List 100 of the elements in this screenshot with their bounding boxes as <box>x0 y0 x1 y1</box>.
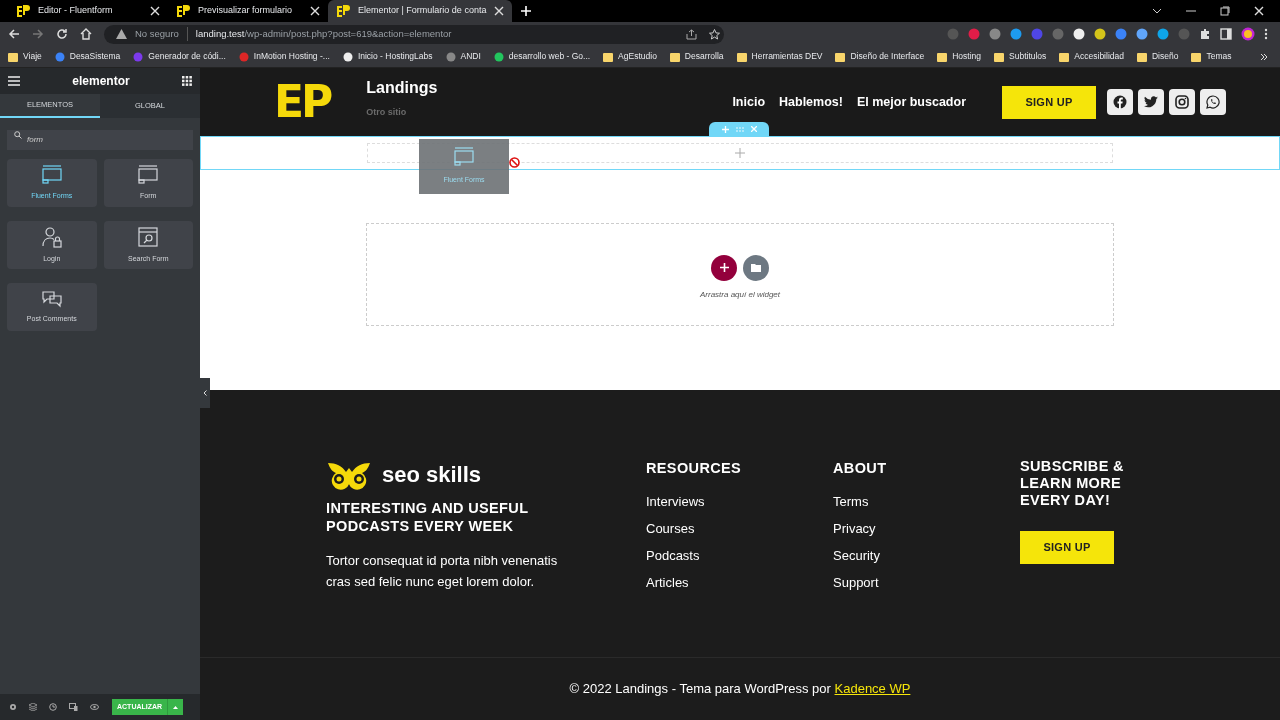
copyright-text: © 2022 Landings - Tema para WordPress por Kadence WP <box>569 680 911 699</box>
social-link[interactable] <box>1169 89 1195 115</box>
forward-icon[interactable] <box>32 28 44 40</box>
back-icon[interactable] <box>8 28 20 40</box>
preview-eye-icon[interactable] <box>90 704 99 710</box>
more-bookmarks-icon[interactable] <box>1260 52 1268 61</box>
bookmark-link[interactable]: Temas <box>1206 50 1232 63</box>
tab-favicon-icon <box>336 4 350 18</box>
folder-icon <box>736 51 747 62</box>
close-icon[interactable] <box>494 6 505 16</box>
section-handle[interactable] <box>709 122 769 136</box>
extension-icon[interactable] <box>1094 28 1106 40</box>
site-favicon-icon <box>238 51 249 62</box>
bookmark-link[interactable]: Subtitulos <box>1009 50 1047 63</box>
profile-avatar-icon[interactable] <box>1241 27 1255 41</box>
social-link[interactable] <box>1200 89 1226 115</box>
folder-icon <box>1191 51 1202 62</box>
footer-link[interactable]: Interviews <box>646 492 833 511</box>
folder-icon <box>937 51 948 62</box>
bookmark-link[interactable]: DesaSistema <box>69 50 121 63</box>
form-icon <box>137 164 160 185</box>
bookmark-link[interactable]: desarrollo web - Go... <box>508 50 591 63</box>
site-favicon-icon <box>342 51 353 62</box>
column-heading: RESOURCES <box>646 459 743 478</box>
close-icon[interactable] <box>150 6 160 16</box>
add-section-button[interactable] <box>711 254 737 281</box>
extension-icon[interactable] <box>1157 28 1169 40</box>
side-panel-icon[interactable] <box>1220 28 1232 40</box>
bookmark-link[interactable]: Diseño de Interface <box>850 50 925 63</box>
bookmark-link[interactable]: Herramientas DEV <box>751 50 823 63</box>
reload-icon[interactable] <box>56 28 68 40</box>
folder-icon <box>751 263 761 272</box>
chat-bubbles-icon <box>40 289 63 308</box>
brand-name[interactable]: seo skills <box>382 458 482 491</box>
folder-icon <box>994 51 1004 62</box>
more-menu-icon[interactable] <box>1264 28 1268 40</box>
social-link[interactable] <box>1138 89 1164 115</box>
home-icon[interactable] <box>80 28 92 40</box>
bookmark-link[interactable]: Viaje <box>23 50 42 63</box>
bookmark-link[interactable]: Inicio - HostingLabs <box>357 50 433 63</box>
sign-up-button[interactable]: SIGN UP <box>1002 85 1096 119</box>
drop-hint: Arrastra aquí el widget <box>699 288 780 301</box>
site-title[interactable]: Landings <box>366 76 438 101</box>
site-logo[interactable]: EP <box>274 80 335 124</box>
bird-icon <box>1144 96 1158 108</box>
not-allowed-icon <box>509 157 520 168</box>
bookmark-link[interactable]: ANDI <box>460 50 481 63</box>
add-icon <box>719 263 729 272</box>
form-icon <box>453 147 475 168</box>
nav-link[interactable]: Hablemos! <box>779 92 843 112</box>
folder-icon <box>835 51 846 62</box>
responsive-icon[interactable] <box>69 703 78 711</box>
layers-icon[interactable] <box>29 703 37 711</box>
close-icon[interactable] <box>1254 6 1264 16</box>
bookmark-link[interactable]: Diseño <box>1152 50 1179 63</box>
bookmark-link[interactable]: Hosting <box>952 50 981 63</box>
tab-favicon-icon <box>176 4 190 18</box>
footer-link[interactable]: Support <box>833 573 1020 592</box>
add-template-button[interactable] <box>743 254 769 281</box>
save-options-button[interactable] <box>167 699 184 715</box>
search-field[interactable]: form <box>7 129 193 150</box>
footer-link[interactable]: Courses <box>646 519 833 538</box>
folder-icon <box>8 51 18 62</box>
footer-link[interactable]: Podcasts <box>646 546 833 565</box>
history-icon[interactable] <box>49 703 57 711</box>
puzzle-icon[interactable] <box>1199 28 1211 40</box>
bookmark-link[interactable]: Generador de códi... <box>148 50 226 63</box>
footer-link[interactable]: Terms <box>833 492 1020 511</box>
site-favicon-icon <box>445 51 456 62</box>
drag-handle-icon[interactable] <box>735 126 744 132</box>
star-icon[interactable] <box>709 28 720 40</box>
address-bar[interactable]: No seguro landing.test/wp-admin/post.php?post=619&action=elementor <box>104 24 724 44</box>
panel-title: elementor <box>72 73 130 90</box>
nav-link[interactable]: El mejor buscador <box>856 92 966 112</box>
warning-icon <box>116 29 127 39</box>
social-link[interactable] <box>1107 89 1133 115</box>
theme-link[interactable]: Kadence WP <box>834 681 911 697</box>
sign-up-button[interactable]: SIGN UP <box>1020 531 1114 564</box>
footer-link[interactable]: Articles <box>646 573 833 592</box>
url-text: landing.test/wp-admin/post.php?post=619&action=elementor <box>195 26 452 41</box>
bookmark-link[interactable]: Accesibilidad <box>1074 50 1124 63</box>
menu-icon[interactable] <box>8 76 20 86</box>
bookmark-link[interactable]: InMotion Hosting -... <box>253 50 330 63</box>
extension-icon[interactable] <box>1136 28 1148 40</box>
footer-link[interactable]: Security <box>833 546 1020 565</box>
browser-tab[interactable]: Elementor | Formulario de conta <box>328 0 513 22</box>
chevron-down-icon[interactable] <box>1152 8 1162 14</box>
bookmark-link[interactable]: Desarrolla <box>684 50 724 63</box>
new-tab-icon[interactable] <box>520 5 533 17</box>
nav-link[interactable]: Inicio <box>732 92 766 112</box>
footer-link[interactable]: Privacy <box>833 519 1020 538</box>
phone-chat-icon <box>1206 95 1220 109</box>
close-icon[interactable] <box>310 6 320 16</box>
settings-icon[interactable] <box>9 703 17 711</box>
bookmark-link[interactable]: AgEstudio <box>618 50 657 63</box>
site-favicon-icon <box>54 51 65 62</box>
apps-grid-icon[interactable] <box>182 76 192 86</box>
extension-icon[interactable] <box>1073 28 1085 40</box>
restore-icon[interactable] <box>1220 6 1230 16</box>
share-icon[interactable] <box>686 28 697 40</box>
